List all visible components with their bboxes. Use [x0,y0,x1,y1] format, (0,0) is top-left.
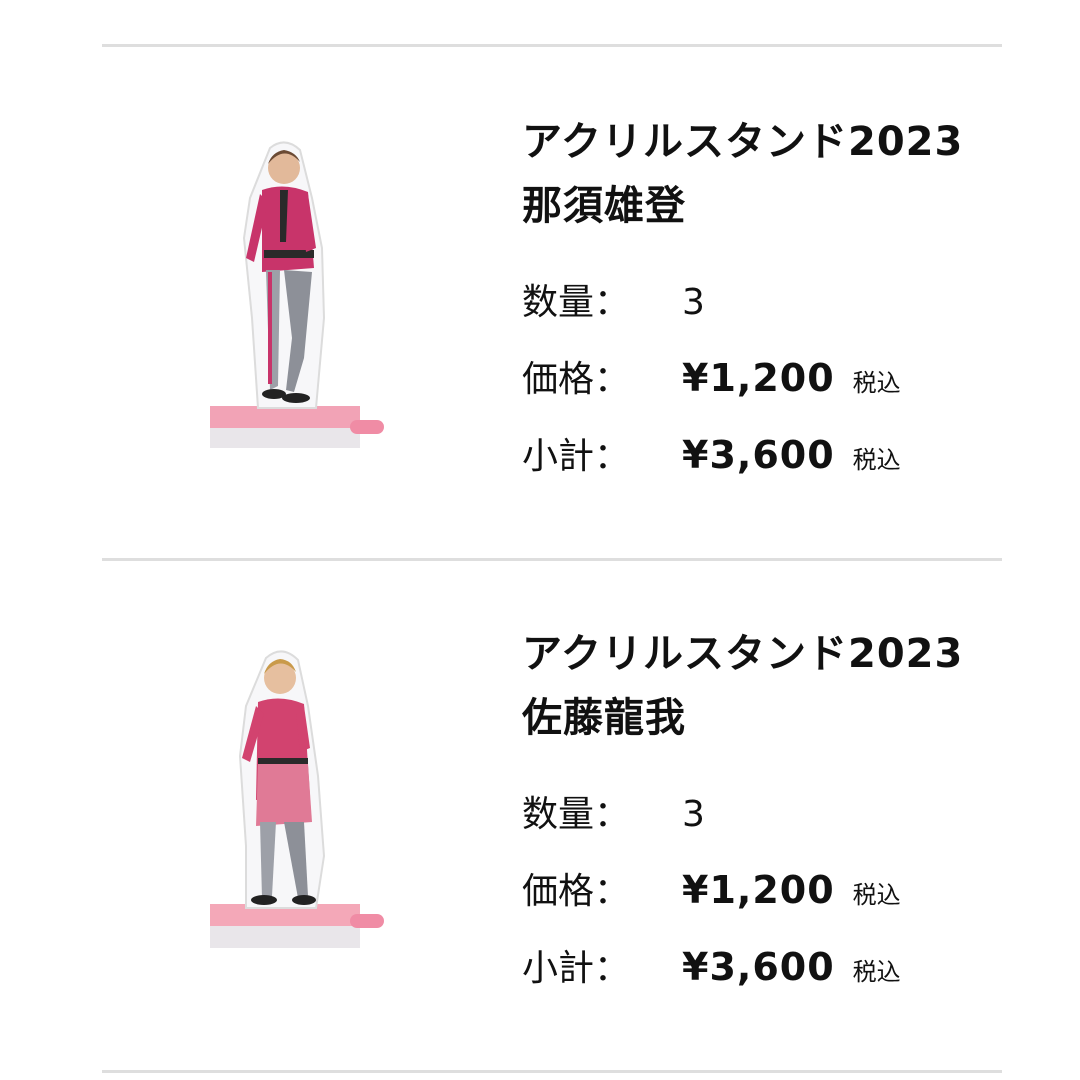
product-title-line1: アクリルスタンド2023 [522,631,964,677]
subtotal-tax-label: 税込 [852,446,901,474]
quantity-label: 数量： [522,282,631,323]
product-title[interactable]: アクリルスタンド2023 那須雄登 [522,110,1002,238]
cart-item: アクリルスタンド2023 佐藤龍我 数量： 3 価格： ¥1,200 税込 小計… [0,622,1080,1062]
subtotal-row: 小計： ¥3,600 税込 [522,427,901,477]
product-title[interactable]: アクリルスタンド2023 佐藤龍我 [522,622,1002,750]
quantity-row: 数量： 3 [522,785,705,835]
price-row: 価格： ¥1,200 税込 [522,350,901,400]
price-value: ¥1,200 [682,868,835,912]
price-label: 価格： [522,359,631,400]
subtotal-tax-label: 税込 [852,958,901,986]
product-image[interactable] [200,138,400,468]
subtotal-value: ¥3,600 [682,945,835,989]
acrylic-stand-figure-image [210,141,384,448]
quantity-value: 3 [682,282,705,323]
product-title-line2: 佐藤龍我 [522,695,686,741]
subtotal-label: 小計： [522,948,631,989]
cart-item: アクリルスタンド2023 那須雄登 数量： 3 価格： ¥1,200 税込 小計… [0,110,1080,550]
product-title-line2: 那須雄登 [522,183,686,229]
quantity-row: 数量： 3 [522,273,705,323]
acrylic-stand-figure-image [210,650,384,948]
product-title-line1: アクリルスタンド2023 [522,119,964,165]
subtotal-value: ¥3,600 [682,433,835,477]
subtotal-row: 小計： ¥3,600 税込 [522,939,901,989]
price-row: 価格： ¥1,200 税込 [522,862,901,912]
price-tax-label: 税込 [852,881,901,909]
product-image[interactable] [200,646,400,976]
quantity-value: 3 [682,794,705,835]
price-tax-label: 税込 [852,369,901,397]
divider-top [102,44,1002,47]
subtotal-label: 小計： [522,436,631,477]
divider-bottom [102,1070,1002,1073]
quantity-label: 数量： [522,794,631,835]
divider-middle [102,558,1002,561]
price-label: 価格： [522,871,631,912]
price-value: ¥1,200 [682,356,835,400]
